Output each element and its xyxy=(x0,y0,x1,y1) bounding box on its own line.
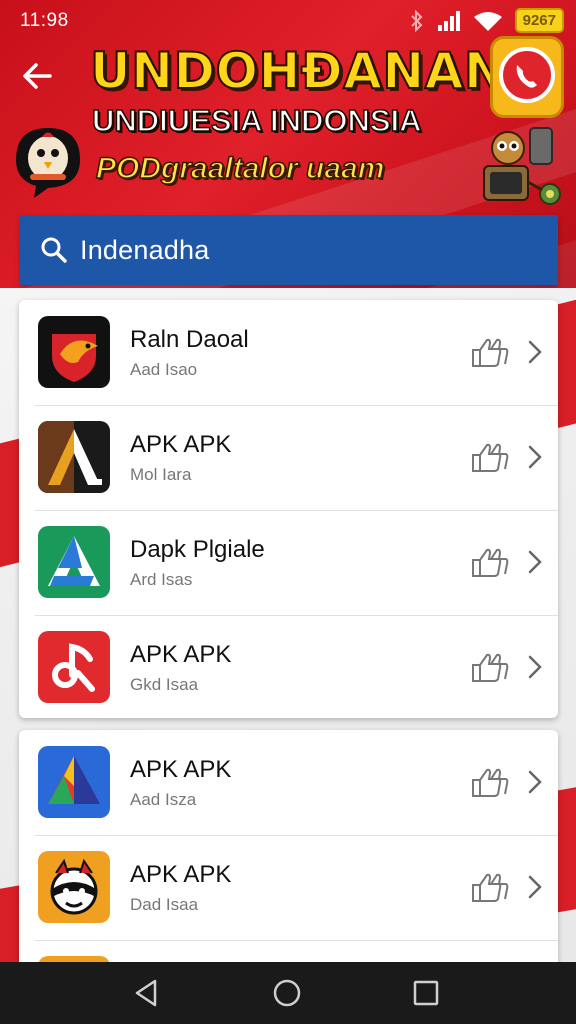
colorful-triangle-icon xyxy=(38,746,110,818)
system-nav-bar xyxy=(0,962,576,1024)
app-list-card: Raln Daoal Aad Isao APK APK Mol Iara Dap… xyxy=(19,300,558,718)
green-a-icon xyxy=(38,526,110,598)
chevron-right-icon xyxy=(528,550,542,574)
app-icon xyxy=(38,316,110,388)
app-icon xyxy=(38,746,110,818)
app-row[interactable]: APK APK Gkd Isaa xyxy=(19,615,558,718)
app-subtitle: Aad Isza xyxy=(130,790,197,809)
app-subtitle: Ard Isas xyxy=(130,570,193,589)
app-icon xyxy=(38,526,110,598)
chevron-right-icon xyxy=(528,655,542,679)
robot-figure xyxy=(478,126,570,218)
app-row[interactable]: Dapk Plgiale Ard Isas xyxy=(19,510,558,615)
app-subtitle: Mol Iara xyxy=(130,465,192,484)
app-icon xyxy=(38,631,110,703)
banner-title: UNDOHĐANAN xyxy=(89,41,507,101)
thumbs-up-icon[interactable] xyxy=(471,766,509,798)
status-time: 11:98 xyxy=(20,10,69,31)
nav-recents-icon[interactable] xyxy=(410,977,442,1009)
chevron-right-icon xyxy=(528,770,542,794)
app-row[interactable]: APK APK Aad Isza xyxy=(19,730,558,835)
app-icon xyxy=(38,851,110,923)
phone-icon xyxy=(499,47,555,103)
mascot-logo xyxy=(8,120,88,200)
call-button[interactable] xyxy=(490,36,564,118)
thumbs-up-icon[interactable] xyxy=(471,871,509,903)
app-list-card: APK APK Aad Isza APK APK Dad Isaa xyxy=(19,730,558,970)
app-name: APK APK xyxy=(130,756,232,783)
app-subtitle: Dad Isaa xyxy=(130,895,199,914)
signal-icon xyxy=(437,10,460,31)
header-banner: 11:98 9267 UNDOHĐANAN UNDIUESIA INDONSIA… xyxy=(0,0,576,300)
app-icon xyxy=(38,421,110,493)
app-name: Raln Daoal xyxy=(130,326,249,353)
red-music-icon xyxy=(38,631,110,703)
chevron-right-icon xyxy=(528,875,542,899)
back-button[interactable] xyxy=(16,54,60,98)
app-name: APK APK xyxy=(130,641,232,668)
app-row[interactable]: Raln Daoal Aad Isao xyxy=(19,300,558,405)
app-row[interactable]: APK APK Dad Isaa xyxy=(19,835,558,940)
banner-subtitle: UNDIUESIA INDONSIA xyxy=(91,102,422,139)
chicken-mascot-icon xyxy=(16,128,80,198)
thumbs-up-icon[interactable] xyxy=(471,441,509,473)
robot-character-icon xyxy=(483,127,561,205)
bluetooth-icon xyxy=(410,9,423,32)
search-input[interactable]: Indenadha xyxy=(20,215,558,285)
red-shield-bird-icon xyxy=(38,316,110,388)
app-subtitle: Aad Isao xyxy=(130,360,198,379)
app-subtitle: Gkd Isaa xyxy=(130,675,199,694)
thumbs-up-icon[interactable] xyxy=(471,336,509,368)
triangle-a-icon xyxy=(38,421,110,493)
app-name: APK APK xyxy=(130,431,232,458)
chevron-right-icon xyxy=(528,340,542,364)
status-bar: 11:98 9267 xyxy=(0,0,576,40)
wifi-icon xyxy=(473,11,502,31)
nav-home-icon[interactable] xyxy=(271,977,303,1009)
nav-back-icon[interactable] xyxy=(131,977,163,1009)
mask-character-icon xyxy=(38,851,110,923)
search-icon xyxy=(41,237,67,263)
thumbs-up-icon[interactable] xyxy=(471,546,509,578)
chevron-right-icon xyxy=(528,445,542,469)
banner-tagline: PODgraaltalor uaam xyxy=(95,151,385,186)
app-row[interactable]: APK APK Mol Iara xyxy=(19,405,558,510)
search-value: Indenadha xyxy=(80,234,210,265)
thumbs-up-icon[interactable] xyxy=(471,651,509,683)
battery-indicator: 9267 xyxy=(514,8,564,33)
app-name: Dapk Plgiale xyxy=(130,536,265,563)
app-name: APK APK xyxy=(130,861,232,888)
arrow-back-icon xyxy=(23,63,52,89)
